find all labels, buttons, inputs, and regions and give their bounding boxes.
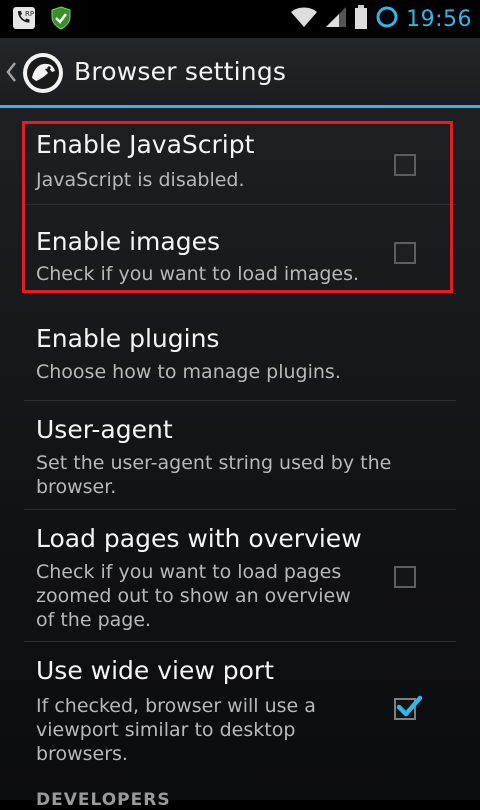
pref-summary: Check if you want to load images. [36, 263, 360, 285]
sync-circle-icon [374, 4, 400, 34]
signal-icon [324, 5, 348, 33]
pref-summary: Choose how to manage plugins. [36, 361, 341, 383]
wide-viewport-checkbox[interactable] [394, 695, 423, 720]
pref-wide-viewport[interactable]: Use wide view port If checked, browser w… [24, 642, 456, 778]
pref-summary: JavaScript is disabled. [36, 169, 245, 191]
enable-javascript-checkbox[interactable] [394, 154, 416, 176]
page-title: Browser settings [74, 57, 287, 86]
pref-title: Use wide view port [36, 656, 275, 685]
notification-icons: RP [12, 6, 72, 34]
svg-text:RP: RP [25, 10, 34, 18]
wifi-icon [290, 5, 318, 33]
pref-user-agent[interactable]: User-agent Set the user-agent string use… [24, 401, 456, 510]
pref-summary: Check if you want to load pages zoomed o… [36, 561, 351, 631]
pref-title: Enable JavaScript [36, 130, 255, 159]
system-icons: 19:56 [290, 4, 472, 34]
pref-title: Enable images [36, 227, 220, 256]
phone-call-icon: RP [12, 6, 36, 34]
back-chevron-icon[interactable] [4, 60, 18, 84]
pref-title: User-agent [36, 415, 173, 444]
browser-app-icon[interactable] [22, 52, 64, 94]
pref-enable-javascript[interactable]: Enable JavaScript JavaScript is disabled… [24, 126, 456, 205]
status-bar: RP 19:56 [0, 0, 480, 38]
pref-load-pages-overview[interactable]: Load pages with overview Check if you wa… [24, 510, 456, 642]
battery-icon [354, 4, 368, 34]
pref-title: Load pages with overview [36, 524, 362, 553]
shield-icon [50, 6, 72, 34]
checkmark-icon [396, 695, 423, 717]
enable-images-checkbox[interactable] [394, 242, 416, 264]
clock: 19:56 [406, 6, 472, 32]
pref-summary: If checked, browser will use a viewport … [36, 695, 316, 765]
load-overview-checkbox[interactable] [394, 566, 416, 588]
section-header-developers: DEVELOPERS [36, 790, 171, 810]
pref-title: Enable plugins [36, 324, 220, 353]
pref-enable-plugins[interactable]: Enable plugins Choose how to manage plug… [24, 294, 456, 401]
pref-enable-images[interactable]: Enable images Check if you want to load … [24, 205, 456, 294]
pref-summary: Set the user-agent string used by the br… [36, 452, 392, 498]
preference-list[interactable]: Enable JavaScript JavaScript is disabled… [0, 108, 480, 800]
action-bar: Browser settings [0, 38, 480, 108]
